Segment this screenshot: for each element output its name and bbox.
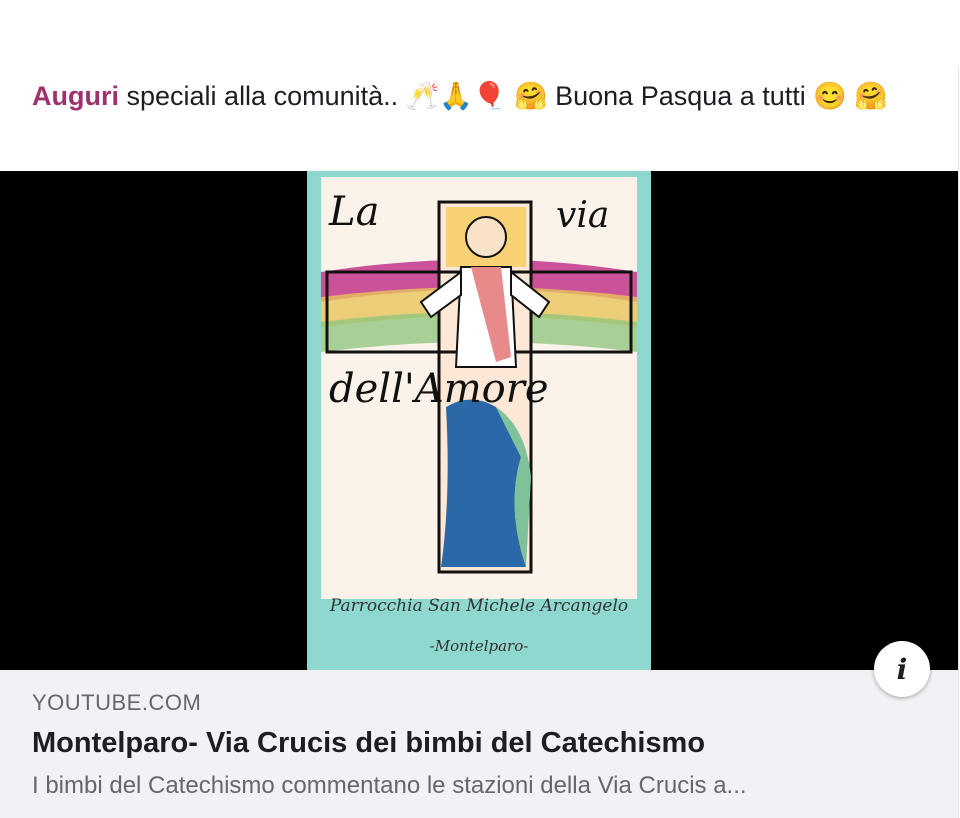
info-icon: i [896,652,908,686]
poster-image: La via dell'Amore Parrocchia San Michele… [307,171,651,670]
link-description: I bimbi del Catechismo commentano le sta… [32,772,747,799]
poster-title-la: La [328,189,379,235]
poster-caption-parish: Parrocchia San Michele Arcangelo [329,596,629,616]
link-title[interactable]: Montelparo- Via Crucis dei bimbi del Cat… [32,727,705,760]
cross-drawing: La via dell'Amore [321,189,637,574]
post-text: Auguri speciali alla comunità.. 🥂🙏🎈 🤗 Bu… [32,78,912,114]
hashtag-link[interactable]: Auguri [32,81,119,111]
poster-title-via: via [556,195,609,236]
poster-caption-town: -Montelparo- [429,637,529,655]
poster-drawing: La via dell'Amore [321,177,637,599]
post-message: speciali alla comunità.. 🥂🙏🎈 🤗 Buona Pas… [119,81,889,111]
info-button[interactable]: i [874,641,930,697]
poster-title-amore: dell'Amore [329,366,549,412]
video-thumbnail[interactable]: La via dell'Amore Parrocchia San Michele… [0,171,958,670]
link-domain: YOUTUBE.COM [32,690,202,715]
